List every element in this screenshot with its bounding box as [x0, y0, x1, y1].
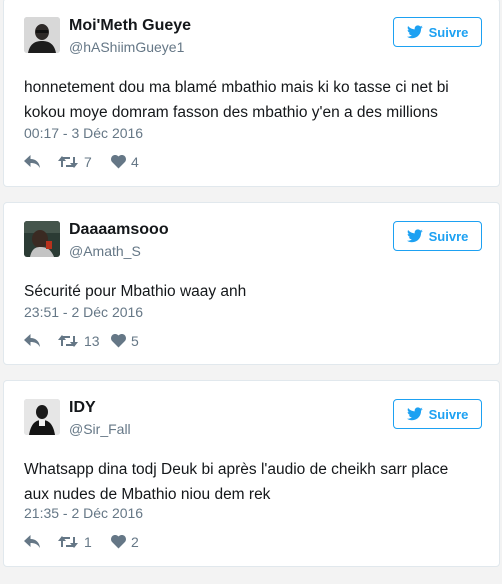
heart-icon	[111, 334, 126, 348]
display-name[interactable]: Moi'Meth Gueye	[69, 17, 191, 35]
display-name[interactable]: IDY	[69, 399, 96, 417]
tweet-text: Whatsapp dina todj Deuk bi après l'audio…	[24, 457, 481, 507]
tweet-card: Moi'Meth Gueye @hAShiimGueye1 Suivre hon…	[3, 0, 500, 187]
twitter-bird-icon	[406, 229, 423, 243]
tweet-text: honnetement dou ma blamé mbathio mais ki…	[24, 75, 481, 125]
like-button[interactable]: 2	[111, 534, 139, 550]
reply-icon	[24, 535, 40, 548]
like-count: 5	[131, 333, 139, 349]
user-handle[interactable]: @Sir_Fall	[69, 421, 131, 437]
display-name[interactable]: Daaaamsooo	[69, 221, 169, 239]
tweet-text-line: Sécurité pour Mbathio waay anh	[24, 283, 247, 300]
retweet-icon	[58, 536, 78, 548]
retweet-icon	[58, 156, 78, 168]
tweet-card: Daaaamsooo @Amath_S Suivre Sécurité pour…	[3, 202, 500, 365]
tweet-actions: 7 4	[24, 154, 139, 170]
retweet-count: 13	[84, 333, 100, 349]
tweet-actions: 13 5	[24, 333, 139, 349]
tweet-text-line: aux nudes de Mbathio niou dem rek	[24, 486, 271, 503]
tweet-text: Sécurité pour Mbathio waay anh	[24, 279, 481, 304]
tweet-timestamp[interactable]: 00:17 - 3 Déc 2016	[24, 125, 143, 141]
follow-label: Suivre	[428, 24, 469, 40]
follow-label: Suivre	[428, 228, 469, 244]
tweet-text-line: honnetement dou ma blamé mbathio mais ki…	[24, 79, 449, 96]
tweet-card: IDY @Sir_Fall Suivre Whatsapp dina todj …	[3, 380, 500, 567]
like-button[interactable]: 5	[111, 333, 139, 349]
avatar[interactable]	[24, 399, 60, 435]
tweet-text-line: Whatsapp dina todj Deuk bi après l'audio…	[24, 461, 449, 478]
user-handle[interactable]: @hAShiimGueye1	[69, 39, 184, 55]
follow-label: Suivre	[428, 406, 469, 422]
avatar[interactable]	[24, 17, 60, 53]
like-button[interactable]: 4	[111, 154, 139, 170]
retweet-button[interactable]: 13	[58, 333, 111, 349]
tweet-actions: 1 2	[24, 534, 139, 550]
like-count: 4	[131, 154, 139, 170]
avatar[interactable]	[24, 221, 60, 257]
follow-button[interactable]: Suivre	[393, 399, 482, 429]
tweet-timestamp[interactable]: 23:51 - 2 Déc 2016	[24, 304, 143, 320]
reply-button[interactable]	[24, 155, 58, 169]
tweet-timestamp[interactable]: 21:35 - 2 Déc 2016	[24, 505, 143, 521]
like-count: 2	[131, 534, 139, 550]
reply-icon	[24, 155, 40, 168]
retweet-button[interactable]: 1	[58, 534, 111, 550]
retweet-icon	[58, 335, 78, 347]
reply-button[interactable]	[24, 535, 58, 549]
user-handle[interactable]: @Amath_S	[69, 243, 141, 259]
heart-icon	[111, 535, 126, 549]
retweet-button[interactable]: 7	[58, 154, 111, 170]
reply-icon	[24, 334, 40, 347]
retweet-count: 1	[84, 534, 92, 550]
tweet-text-line: kokou moye domram fasson des mbathio y'e…	[24, 104, 438, 121]
twitter-bird-icon	[406, 407, 423, 421]
twitter-bird-icon	[406, 25, 423, 39]
reply-button[interactable]	[24, 334, 58, 348]
follow-button[interactable]: Suivre	[393, 221, 482, 251]
retweet-count: 7	[84, 154, 92, 170]
follow-button[interactable]: Suivre	[393, 17, 482, 47]
heart-icon	[111, 155, 126, 169]
